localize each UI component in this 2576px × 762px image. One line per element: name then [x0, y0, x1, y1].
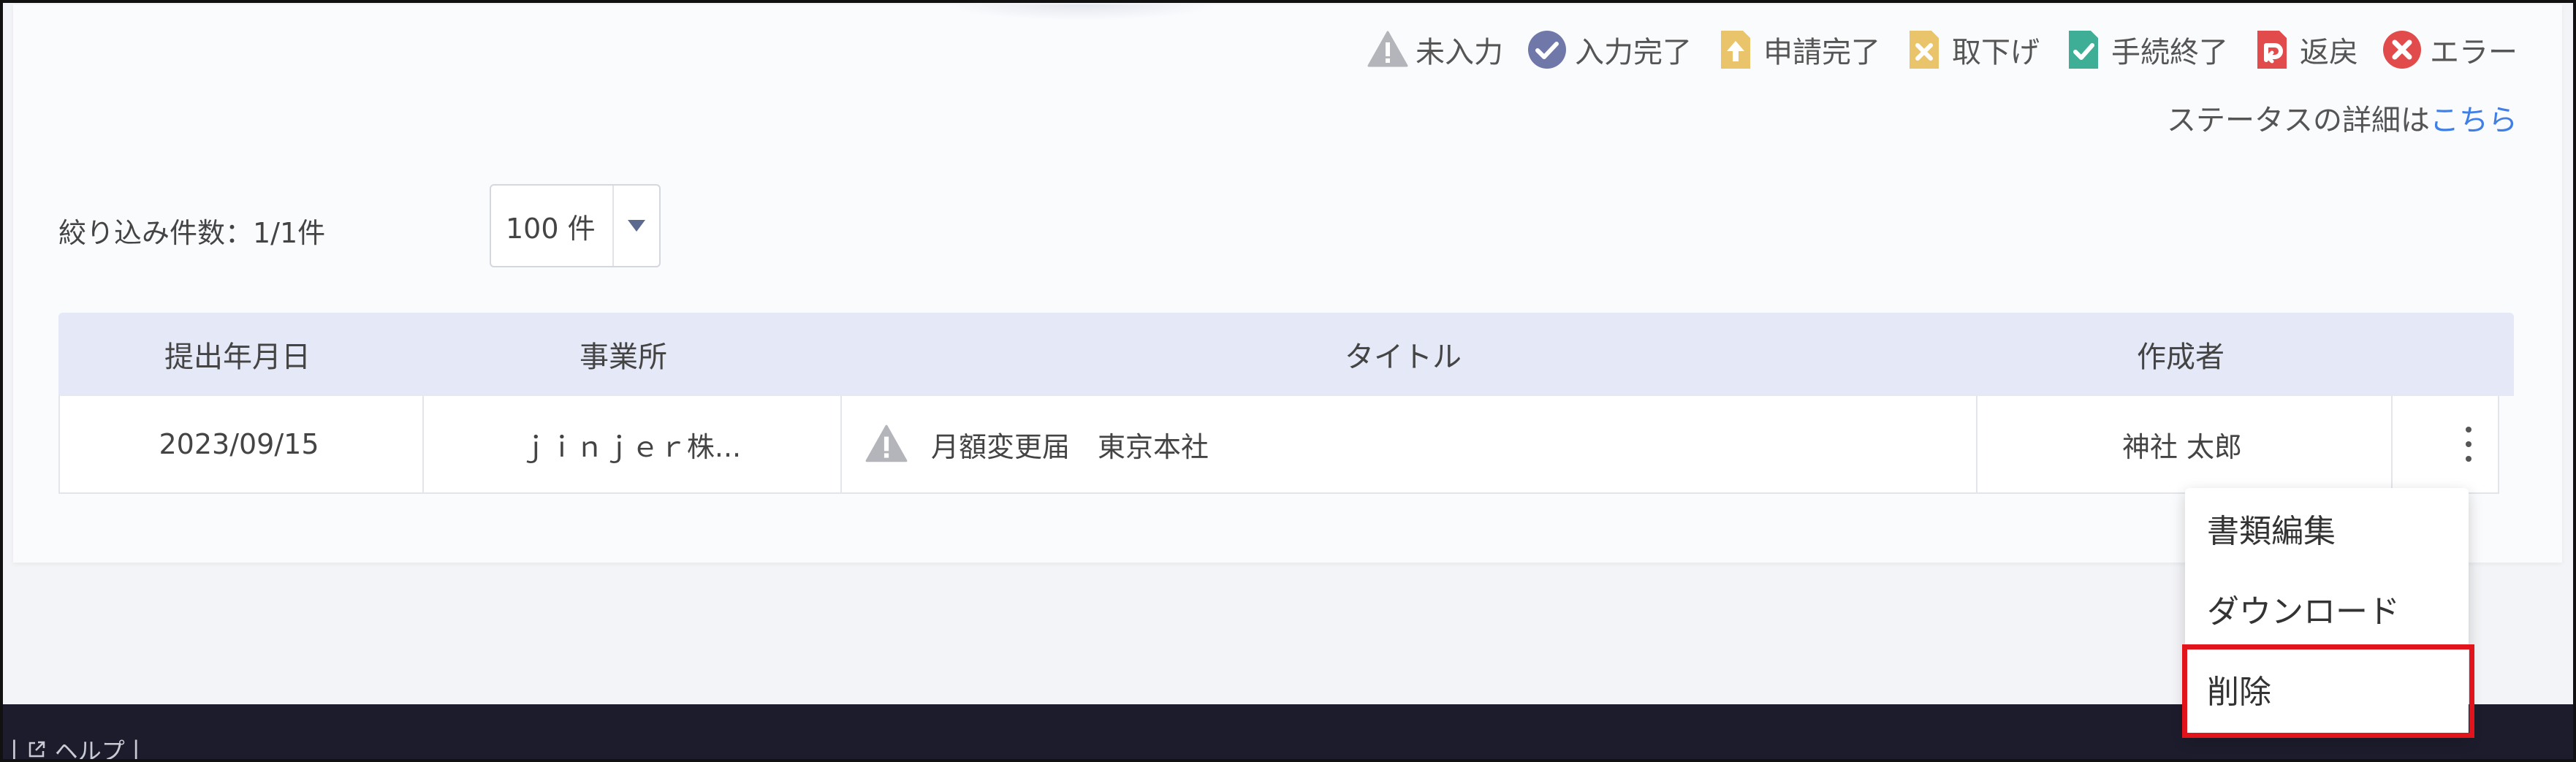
legend-label: 手続終了 [2111, 36, 2228, 69]
column-header-title[interactable]: タイトル [830, 313, 1976, 396]
footer-help-label: ヘルプ [54, 737, 125, 762]
legend-item-not-entered: 未入力 [1366, 28, 1503, 72]
menu-item-download[interactable]: ダウンロード [2185, 568, 2469, 649]
cell-date: 2023/09/15 [159, 428, 319, 460]
table-header: 提出年月日 事業所 タイトル 作成者 [58, 313, 2514, 396]
filter-count: 絞り込み件数：1/1件 [58, 217, 326, 249]
scroll-shadow [943, 4, 1220, 20]
legend-item-applied: 申請完了 [1714, 28, 1880, 72]
legend-item-error: エラー [2380, 28, 2518, 72]
caret-down-icon[interactable] [612, 186, 659, 266]
legend-label: エラー [2430, 36, 2518, 69]
status-detail-text: ステータスの詳細はこちら [2167, 96, 2518, 139]
column-divider [2391, 396, 2393, 492]
per-page-select[interactable]: 100 件 [490, 184, 661, 267]
return-doc-icon [2257, 31, 2287, 69]
per-page-value: 100 件 [506, 212, 596, 245]
upload-doc-icon [1721, 31, 1750, 69]
row-action-menu: 書類編集 ダウンロード 削除 [2185, 488, 2469, 736]
legend-label: 申請完了 [1763, 36, 1880, 69]
table-row[interactable]: 2023/09/15 ｊｉｎｊｅｒ株... 月額変更届 東京本社 神社 太郎 [58, 396, 2499, 494]
legend-item-withdrawn: 取下げ [1902, 28, 2040, 72]
legend-label: 入力完了 [1575, 36, 1692, 69]
document-title: 月額変更届 東京本社 [931, 430, 1209, 463]
error-circle-icon [2383, 31, 2421, 69]
menu-item-edit-document[interactable]: 書類編集 [2185, 488, 2469, 568]
legend-item-returned: 返戻 [2250, 28, 2358, 72]
warning-icon [865, 424, 908, 462]
check-circle-icon [1528, 31, 1566, 69]
done-doc-icon [2069, 31, 2098, 69]
footer-divider: | [10, 736, 18, 762]
legend-item-entry-complete: 入力完了 [1525, 28, 1692, 72]
more-options-icon[interactable] [2451, 416, 2486, 472]
status-detail-link[interactable]: こちら [2430, 104, 2518, 137]
column-header-office[interactable]: 事業所 [417, 313, 830, 396]
column-header-author[interactable]: 作成者 [1976, 313, 2385, 396]
menu-item-delete[interactable]: 削除 [2185, 649, 2469, 729]
document-table: 提出年月日 事業所 タイトル 作成者 2023/09/15 ｊｉｎｊｅｒ株...… [58, 313, 2514, 494]
cell-title[interactable]: 月額変更届 東京本社 [842, 396, 1982, 492]
legend-label: 取下げ [1952, 36, 2040, 69]
legend-item-procedure-done: 手続終了 [2062, 28, 2228, 72]
footer-help-link[interactable]: | ヘルプ | [10, 735, 140, 762]
cell-author: 神社 太郎 [2121, 430, 2243, 463]
cancel-doc-icon [1910, 31, 1939, 69]
status-detail-prefix: ステータスの詳細は [2167, 104, 2430, 137]
cell-office: ｊｉｎｊｅｒ株... [520, 430, 742, 463]
external-link-icon [29, 741, 45, 758]
legend-label: 返戻 [2300, 36, 2358, 69]
warning-icon [1367, 31, 1408, 67]
legend-label: 未入力 [1416, 36, 1503, 69]
column-header-date[interactable]: 提出年月日 [58, 313, 417, 396]
status-legend: 未入力 入力完了 申請完了 取下げ 手続終了 返戻 エラー [1366, 28, 2518, 72]
footer-divider: | [132, 736, 140, 762]
